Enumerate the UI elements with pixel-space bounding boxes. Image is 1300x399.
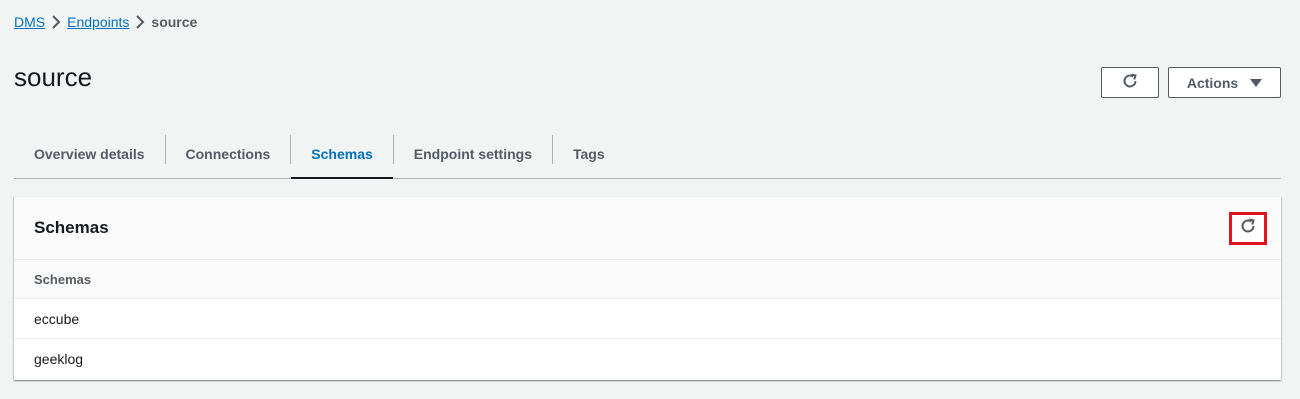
breadcrumb-endpoints-link[interactable]: Endpoints <box>67 14 129 30</box>
panel-header: Schemas <box>14 197 1281 260</box>
breadcrumb: DMS Endpoints source <box>14 12 197 32</box>
chevron-right-icon <box>129 12 151 32</box>
tab-tags[interactable]: Tags <box>553 130 625 178</box>
tab-endpoint-settings[interactable]: Endpoint settings <box>394 130 552 178</box>
refresh-icon <box>1239 217 1257 240</box>
actions-label: Actions <box>1186 74 1239 91</box>
schemas-panel: Schemas Schemas eccube geeklog <box>14 196 1281 380</box>
panel-title: Schemas <box>34 218 109 237</box>
caret-down-icon <box>1250 75 1263 91</box>
breadcrumb-dms-link[interactable]: DMS <box>14 14 45 30</box>
refresh-button[interactable] <box>1101 67 1159 98</box>
actions-dropdown-button[interactable]: Actions <box>1168 67 1281 98</box>
table-row[interactable]: eccube <box>14 299 1281 339</box>
header-actions: Actions <box>1101 67 1281 98</box>
tab-bar: Overview details Connections Schemas End… <box>14 130 1281 179</box>
column-header-schemas[interactable]: Schemas <box>14 260 1281 299</box>
tab-connections[interactable]: Connections <box>166 130 291 178</box>
breadcrumb-current: source <box>151 14 198 30</box>
refresh-icon <box>1121 72 1139 93</box>
table-row[interactable]: geeklog <box>14 339 1281 379</box>
tab-overview-details[interactable]: Overview details <box>14 130 165 178</box>
chevron-right-icon <box>45 12 67 32</box>
panel-refresh-button[interactable] <box>1229 211 1267 245</box>
page-title: source <box>14 62 93 92</box>
tab-schemas[interactable]: Schemas <box>291 130 394 179</box>
